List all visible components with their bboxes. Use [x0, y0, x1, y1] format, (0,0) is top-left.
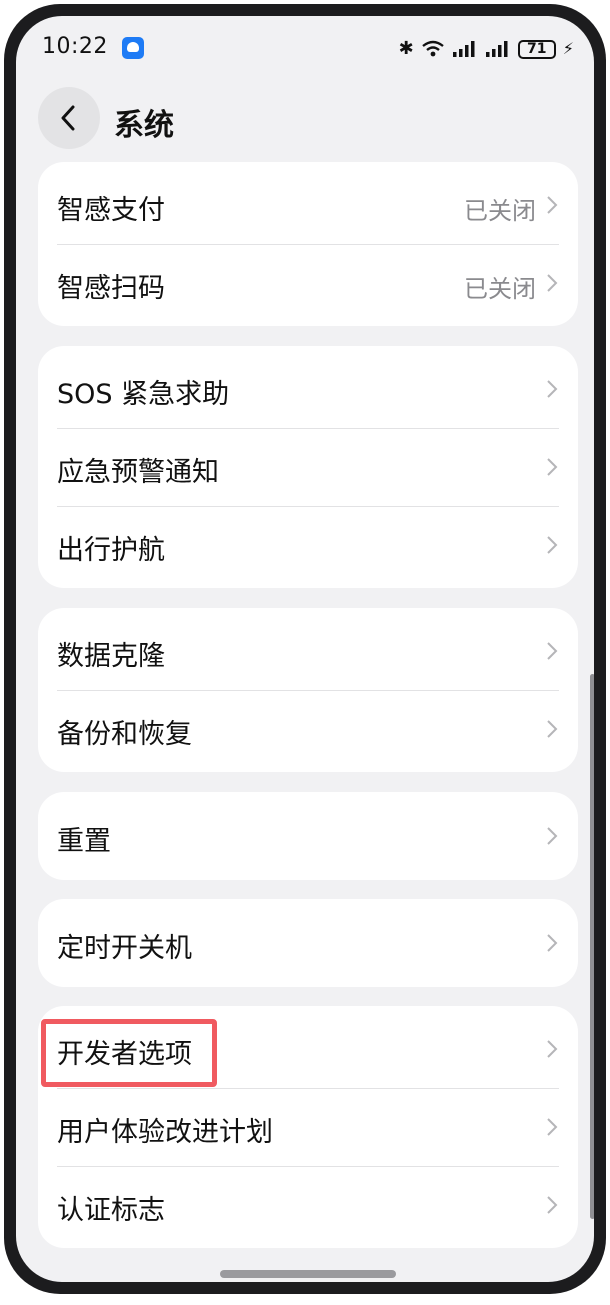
list-item-label: 用户体验改进计划: [57, 1117, 273, 1148]
signal-icon-sim2: [485, 41, 508, 57]
settings-group-reset: 重置: [38, 792, 578, 880]
list-item-label: 重置: [57, 826, 111, 857]
list-item-sos[interactable]: SOS 紧急求助: [38, 350, 578, 428]
list-item-scheduled-power[interactable]: 定时开关机: [38, 904, 578, 982]
signal-icon-sim1: [452, 41, 475, 57]
list-item-label: 认证标志: [57, 1195, 165, 1226]
list-item-reset[interactable]: 重置: [38, 797, 578, 875]
settings-group-schedule: 定时开关机: [38, 899, 578, 987]
list-item-emergency-alerts[interactable]: 应急预警通知: [38, 428, 578, 506]
list-item-label: 智感支付: [57, 195, 165, 226]
device-frame: 10:22 ✱ 71 ⚡ 系统 智感支付 已关闭 智感扫码 已关闭 SOS 紧急…: [0, 0, 610, 1305]
list-item-label: 应急预警通知: [57, 457, 219, 488]
list-item-travel-guard[interactable]: 出行护航: [38, 506, 578, 584]
chevron-right-icon: [547, 196, 558, 214]
chevron-right-icon: [547, 934, 558, 952]
list-item-data-clone[interactable]: 数据克隆: [38, 612, 578, 690]
list-item-smart-scan[interactable]: 智感扫码 已关闭: [38, 244, 578, 322]
chevron-right-icon: [547, 827, 558, 845]
list-item-label: 智感扫码: [57, 273, 165, 304]
list-item-value: 已关闭: [464, 275, 536, 303]
page-title: 系统: [114, 108, 174, 143]
list-item-value: 已关闭: [464, 197, 536, 225]
chevron-right-icon: [547, 536, 558, 554]
settings-group-payment: 智感支付 已关闭 智感扫码 已关闭: [38, 162, 578, 326]
settings-group-data: 数据克隆 备份和恢复: [38, 608, 578, 772]
chevron-right-icon: [547, 1040, 558, 1058]
chevron-right-icon: [547, 720, 558, 738]
list-item-label: 出行护航: [57, 535, 165, 566]
bluetooth-icon: ✱: [398, 38, 414, 59]
home-indicator[interactable]: [220, 1270, 396, 1278]
list-item-label: 备份和恢复: [57, 719, 192, 750]
battery-icon: 71: [517, 39, 556, 59]
chevron-right-icon: [547, 642, 558, 660]
list-item-label: SOS 紧急求助: [57, 379, 230, 410]
chevron-right-icon: [547, 458, 558, 476]
list-item-ux-improvement[interactable]: 用户体验改进计划: [38, 1088, 578, 1166]
chevron-right-icon: [547, 380, 558, 398]
status-bar: 10:22 ✱ 71 ⚡: [16, 16, 594, 76]
list-item-backup-restore[interactable]: 备份和恢复: [38, 690, 578, 768]
wifi-icon: [422, 40, 444, 57]
screen: 10:22 ✱ 71 ⚡ 系统 智感支付 已关闭 智感扫码 已关闭 SOS 紧急…: [16, 16, 594, 1282]
list-item-label: 定时开关机: [57, 933, 192, 964]
status-time: 10:22: [42, 34, 108, 59]
chevron-right-icon: [547, 274, 558, 292]
chevron-right-icon: [547, 1196, 558, 1214]
chevron-left-icon: [61, 105, 75, 131]
list-item-smart-pay[interactable]: 智感支付 已关闭: [38, 166, 578, 244]
highlight-box: [41, 1019, 217, 1087]
list-item-certification[interactable]: 认证标志: [38, 1166, 578, 1244]
back-button[interactable]: [38, 87, 100, 149]
phone-bezel: 10:22 ✱ 71 ⚡ 系统 智感支付 已关闭 智感扫码 已关闭 SOS 紧急…: [4, 4, 606, 1294]
app-notification-icon: [122, 37, 144, 59]
settings-group-emergency: SOS 紧急求助 应急预警通知 出行护航: [38, 346, 578, 588]
chevron-right-icon: [547, 1118, 558, 1136]
status-icons: ✱ 71 ⚡: [399, 36, 574, 62]
list-item-label: 数据克隆: [57, 641, 165, 672]
scrollbar[interactable]: [590, 674, 594, 1219]
charging-icon: ⚡: [562, 39, 574, 58]
